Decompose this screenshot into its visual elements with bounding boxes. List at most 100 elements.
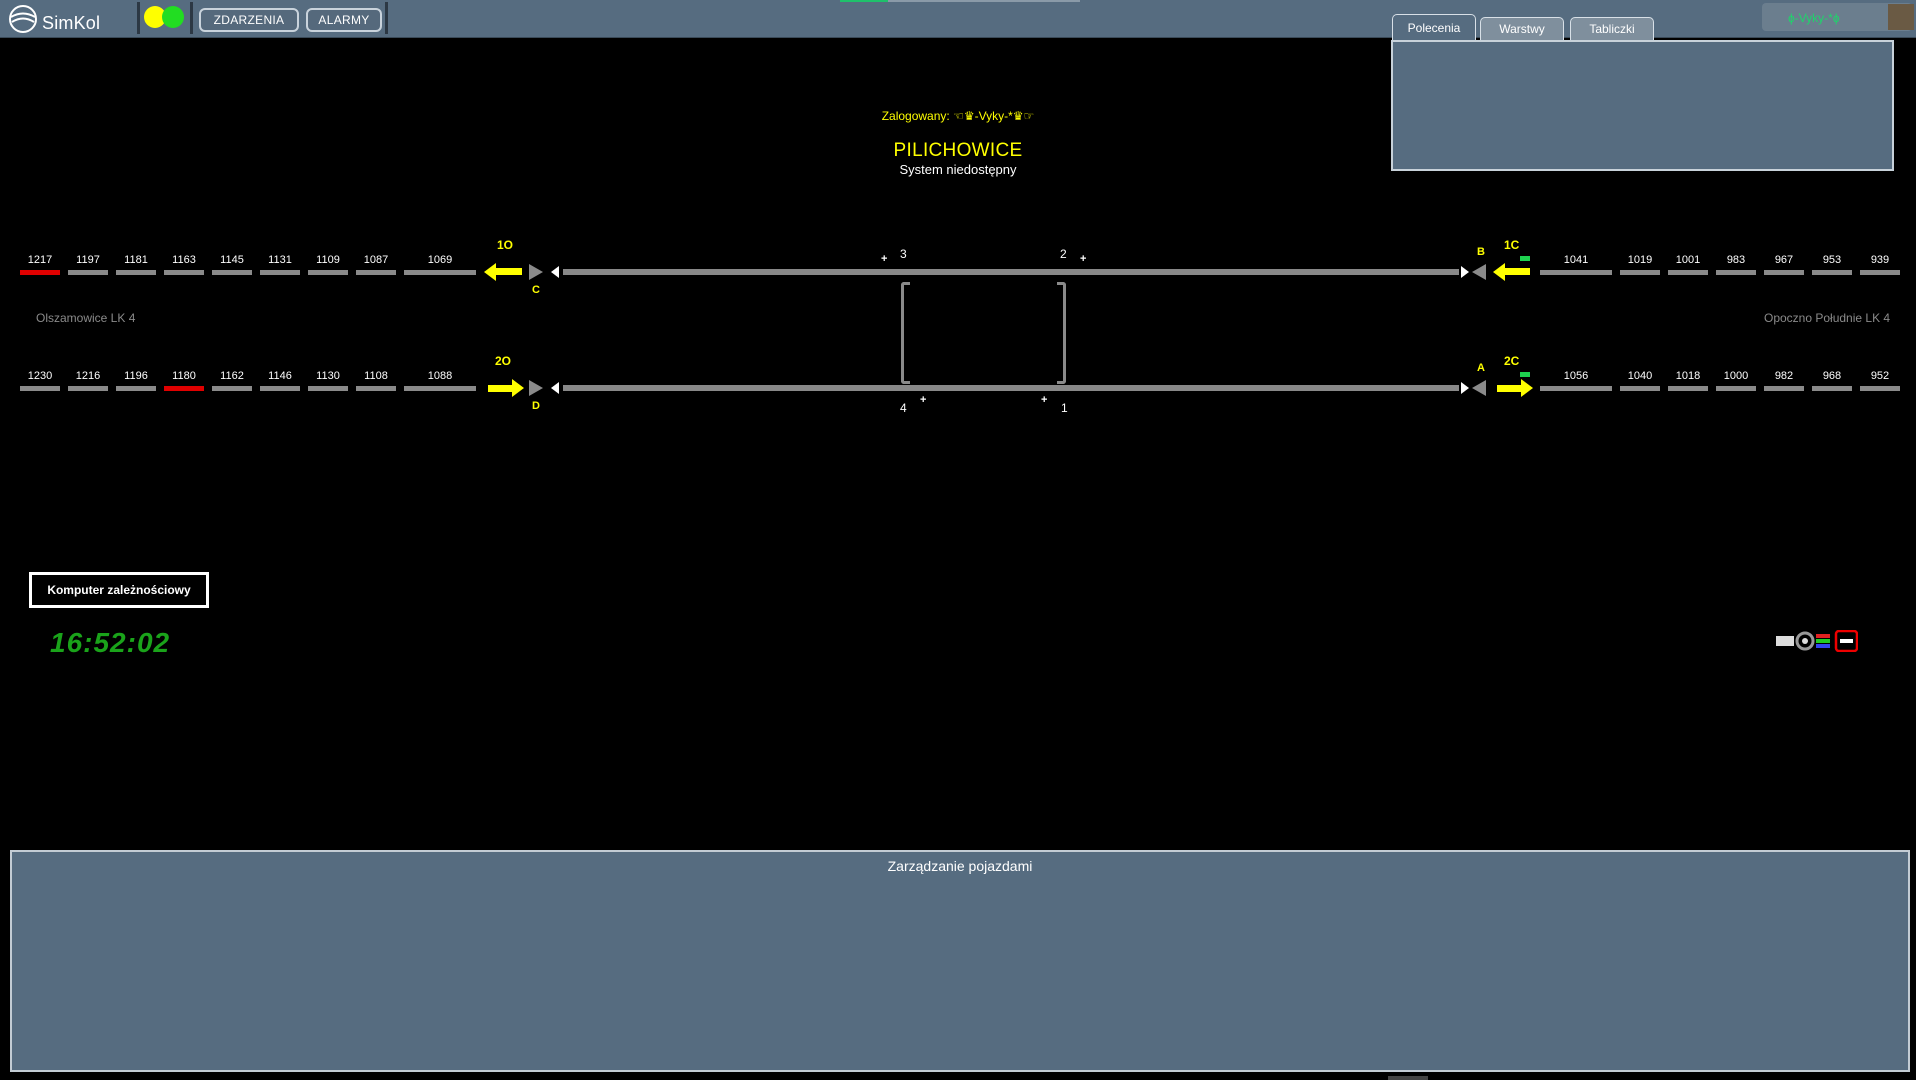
signal-1o-bar (496, 268, 522, 275)
alarms-button[interactable]: ALARMY (306, 8, 382, 32)
signal-d-triangle-icon[interactable] (529, 380, 543, 396)
block-segment[interactable] (356, 386, 396, 391)
status-indicators (1776, 629, 1859, 653)
block-segment[interactable] (212, 270, 252, 275)
user-name: ɸ-Vyky-*ɸ (1788, 11, 1840, 25)
block-segment[interactable] (404, 386, 476, 391)
block-segment[interactable] (116, 386, 156, 391)
block-segment[interactable] (116, 270, 156, 275)
block-segment[interactable] (1812, 386, 1852, 391)
block-label: 1000 (1723, 370, 1749, 382)
block-label: 1196 (124, 370, 148, 382)
signal-2o-bar (488, 385, 512, 392)
vehicle-management-title: Zarządzanie pojazdami (887, 858, 1033, 874)
avatar[interactable] (1888, 4, 1914, 30)
switch-1-label: 1 (1061, 401, 1068, 415)
signal-c-marker-icon (551, 266, 559, 278)
block-label: 1087 (363, 254, 389, 266)
block-segment[interactable] (404, 270, 476, 275)
signal-1c-arrow-icon[interactable] (1493, 263, 1505, 281)
panel-scrollbar[interactable] (1388, 1076, 1428, 1080)
block-segment[interactable] (164, 270, 204, 275)
block-label: 1180 (172, 370, 196, 382)
switch-1-plus: + (1041, 394, 1048, 406)
crossover-right[interactable] (1057, 282, 1066, 384)
vehicle-management-panel: Zarządzanie pojazdami (10, 850, 1910, 1072)
block-segment[interactable] (1716, 386, 1756, 391)
signal-2c-indicator (1520, 372, 1530, 377)
switch-2-plus: + (1080, 253, 1087, 265)
block-segment[interactable] (1540, 270, 1612, 275)
block-segment[interactable] (1668, 270, 1708, 275)
signal-a-marker-icon (1461, 382, 1469, 394)
block-label: 1018 (1675, 370, 1701, 382)
block-label: 1230 (27, 370, 53, 382)
signal-a-triangle-icon[interactable] (1472, 380, 1486, 396)
signal-2o-arrow-icon[interactable] (512, 379, 524, 397)
simkol-logo-icon (9, 5, 37, 33)
block-segment[interactable] (68, 270, 108, 275)
signal-c-label: C (532, 284, 540, 296)
block-label: 1181 (124, 254, 148, 266)
block-segment[interactable] (1764, 386, 1804, 391)
crossover-left[interactable] (901, 282, 910, 384)
block-segment[interactable] (68, 386, 108, 391)
block-segment[interactable] (1620, 270, 1660, 275)
block-label: 1041 (1563, 254, 1589, 266)
tab-warstwy[interactable]: Warstwy (1480, 17, 1564, 40)
block-label: 1146 (268, 370, 292, 382)
progress-indicator (840, 0, 888, 2)
tab-polecenia[interactable]: Polecenia (1392, 14, 1476, 41)
switch-3-plus: + (881, 253, 888, 265)
block-segment[interactable] (1668, 386, 1708, 391)
signal-2c-bar (1497, 385, 1521, 392)
block-segment[interactable] (1812, 270, 1852, 275)
block-segment[interactable] (1620, 386, 1660, 391)
block-label: 1217 (27, 254, 53, 266)
block-segment[interactable] (1540, 386, 1612, 391)
block-segment[interactable] (1764, 270, 1804, 275)
block-label: 1130 (316, 370, 340, 382)
track1-main[interactable] (563, 269, 1459, 275)
block-segment[interactable] (1860, 386, 1900, 391)
block-segment[interactable] (212, 386, 252, 391)
track2-main[interactable] (563, 385, 1459, 391)
block-segment[interactable] (308, 386, 348, 391)
switch-3-label: 3 (900, 247, 907, 261)
events-button[interactable]: ZDARZENIA (199, 8, 299, 32)
block-segment-occupied[interactable] (164, 386, 204, 391)
signal-b-marker-icon (1461, 266, 1469, 278)
block-label: 952 (1870, 370, 1890, 382)
block-label: 953 (1822, 254, 1842, 266)
block-segment[interactable] (1716, 270, 1756, 275)
block-segment-occupied[interactable] (20, 270, 60, 275)
status-lamp-green (162, 6, 184, 28)
block-label: 968 (1822, 370, 1842, 382)
signal-d-label: D (532, 400, 540, 412)
signal-b-triangle-icon[interactable] (1472, 264, 1486, 280)
signal-a-label: A (1477, 362, 1485, 374)
switch-2-label: 2 (1060, 247, 1067, 261)
block-label: 1108 (364, 370, 388, 382)
signal-2o-label: 2O (495, 354, 512, 368)
toolbar-separator (385, 2, 388, 34)
block-segment[interactable] (260, 270, 300, 275)
signal-c-triangle-icon[interactable] (529, 264, 543, 280)
station-name: PILICHOWICE (893, 140, 1023, 161)
signal-2c-arrow-icon[interactable] (1521, 379, 1533, 397)
block-segment[interactable] (308, 270, 348, 275)
signal-1o-arrow-icon[interactable] (484, 263, 496, 281)
tab-tabliczki[interactable]: Tabliczki (1570, 17, 1654, 40)
system-status: System niedostępny (899, 162, 1017, 177)
block-segment[interactable] (356, 270, 396, 275)
block-label: 1056 (1563, 370, 1589, 382)
block-segment[interactable] (1860, 270, 1900, 275)
signal-d-marker-icon (551, 382, 559, 394)
block-segment[interactable] (20, 386, 60, 391)
block-label: 982 (1774, 370, 1794, 382)
interlocking-computer-button[interactable]: Komputer zależnościowy (29, 572, 209, 608)
logged-in-user: Zalogowany: ☜♛-Vyky-*♛☞ (881, 109, 1035, 123)
signal-b-label: B (1477, 246, 1485, 258)
block-segment[interactable] (260, 386, 300, 391)
switch-4-label: 4 (900, 401, 907, 415)
